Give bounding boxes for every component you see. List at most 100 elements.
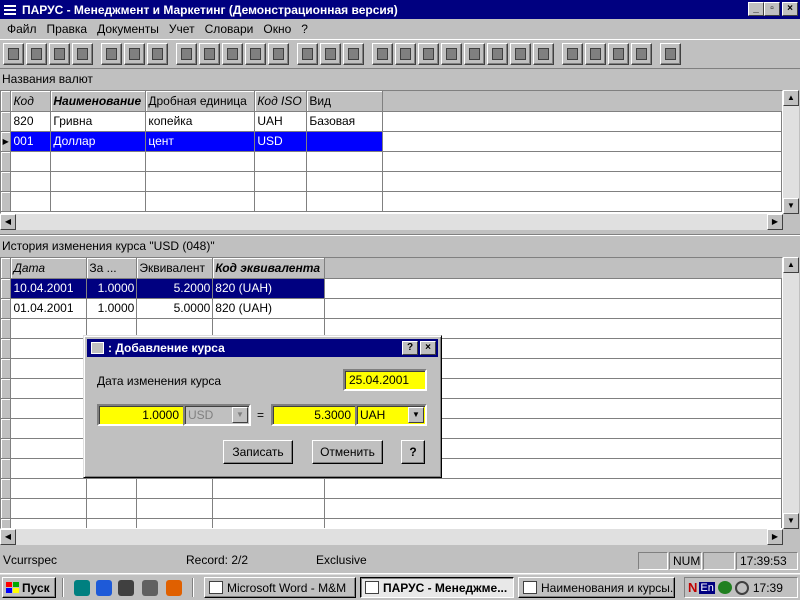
status-scroll bbox=[703, 552, 735, 570]
doc1-icon[interactable] bbox=[268, 43, 289, 65]
currency-icon[interactable] bbox=[487, 43, 508, 65]
tool-icon[interactable] bbox=[118, 580, 134, 596]
help-icon[interactable] bbox=[608, 43, 629, 65]
start-button[interactable]: Пуск bbox=[2, 577, 56, 598]
maximize-button[interactable]: ▫ bbox=[764, 2, 780, 16]
col-name[interactable]: Наименование bbox=[50, 91, 147, 112]
refresh-icon[interactable] bbox=[372, 43, 393, 65]
currencies-hscroll[interactable]: ◀ ▶ bbox=[0, 214, 783, 230]
col-equivalent-code[interactable]: Код эквивалента bbox=[212, 258, 326, 279]
dialog-app-icon bbox=[91, 342, 104, 354]
rate-field[interactable]: 5.3000 bbox=[271, 404, 357, 426]
table-row-selected[interactable]: 10.04.2001 1.0000 5.2000 820 (UAH) bbox=[1, 278, 782, 299]
clock-icon[interactable] bbox=[734, 580, 749, 595]
insert-icon[interactable] bbox=[101, 43, 122, 65]
dialog-close-button[interactable]: × bbox=[420, 341, 436, 355]
save-button[interactable]: Записать bbox=[223, 440, 293, 464]
settings-icon[interactable] bbox=[510, 43, 531, 65]
chevron-down-icon[interactable]: ▼ bbox=[232, 407, 248, 423]
doc2-icon[interactable] bbox=[297, 43, 318, 65]
col-iso[interactable]: Код ISO bbox=[254, 91, 308, 112]
date-field[interactable]: 25.04.2001 bbox=[343, 369, 427, 391]
calculator-icon[interactable] bbox=[585, 43, 606, 65]
menu-dictionaries[interactable]: Словари bbox=[200, 22, 259, 36]
person-icon[interactable] bbox=[533, 43, 554, 65]
app-title-bar[interactable]: ПАРУС - Менеджмент и Маркетинг (Демонстр… bbox=[0, 0, 800, 19]
table-row[interactable]: 820 Гривна копейка UAH Базовая bbox=[1, 111, 782, 132]
dialog-help-button[interactable]: ? bbox=[402, 341, 418, 355]
exit-icon[interactable] bbox=[660, 43, 681, 65]
edit-icon[interactable] bbox=[49, 43, 70, 65]
book-icon[interactable] bbox=[464, 43, 485, 65]
clock-icon[interactable] bbox=[395, 43, 416, 65]
print-icon[interactable] bbox=[222, 43, 243, 65]
menu-documents[interactable]: Документы bbox=[92, 22, 164, 36]
scroll-right-icon[interactable]: ▶ bbox=[767, 529, 783, 545]
n-tray-icon[interactable]: N bbox=[688, 580, 697, 595]
add-icon[interactable] bbox=[124, 43, 145, 65]
col-equivalent[interactable]: Эквивалент bbox=[136, 258, 214, 279]
tools-icon[interactable] bbox=[418, 43, 439, 65]
menu-file[interactable]: Файл bbox=[2, 22, 42, 36]
table-row-selected[interactable]: ▶ 001 Доллар цент USD bbox=[1, 131, 782, 152]
taskbar-parus[interactable]: ПАРУС - Менеджме... bbox=[360, 577, 514, 598]
gear-icon[interactable] bbox=[441, 43, 462, 65]
new-icon[interactable] bbox=[3, 43, 24, 65]
menu-accounting[interactable]: Учет bbox=[164, 22, 200, 36]
scroll-right-icon[interactable]: ▶ bbox=[767, 214, 783, 230]
doc3-icon[interactable] bbox=[320, 43, 341, 65]
ie-icon[interactable] bbox=[96, 580, 112, 596]
menu-window[interactable]: Окно bbox=[258, 22, 296, 36]
currencies-grid[interactable]: Код Наименование Дробная единица Код ISO… bbox=[0, 90, 783, 214]
add-rate-dialog: : Добавление курса ? × Дата изменения ку… bbox=[83, 335, 442, 478]
currencies-vscroll[interactable]: ▲ ▼ bbox=[783, 90, 799, 214]
chevron-down-icon[interactable]: ▼ bbox=[408, 407, 424, 423]
amount-field[interactable]: 1.0000 bbox=[97, 404, 185, 426]
scroll-left-icon[interactable]: ◀ bbox=[0, 214, 16, 230]
globe-icon[interactable] bbox=[343, 43, 364, 65]
copy-icon[interactable] bbox=[26, 43, 47, 65]
col-fraction[interactable]: Дробная единица bbox=[145, 91, 256, 112]
scroll-up-icon[interactable]: ▲ bbox=[783, 257, 799, 273]
cancel-button[interactable]: Отменить bbox=[312, 440, 383, 464]
close-button[interactable]: × bbox=[782, 2, 798, 16]
to-currency-select[interactable]: UAH ▼ bbox=[355, 404, 427, 426]
status-time: 17:39:53 bbox=[736, 552, 798, 570]
col-per[interactable]: За ... bbox=[86, 258, 138, 279]
from-currency-select[interactable]: USD ▼ bbox=[183, 404, 251, 426]
language-indicator[interactable]: En bbox=[699, 581, 715, 594]
filter-icon[interactable] bbox=[176, 43, 197, 65]
dialog-title-bar[interactable]: : Добавление курса ? × bbox=[87, 339, 438, 357]
desktop-icon[interactable] bbox=[74, 580, 90, 596]
help-button[interactable]: ? bbox=[401, 440, 425, 464]
splitter[interactable] bbox=[0, 234, 800, 236]
col-code[interactable]: Код bbox=[10, 91, 52, 112]
monitor-icon[interactable] bbox=[142, 580, 158, 596]
taskbar-clock[interactable]: 17:39 bbox=[753, 581, 783, 595]
scroll-left-icon[interactable]: ◀ bbox=[0, 529, 16, 545]
scroll-down-icon[interactable]: ▼ bbox=[783, 198, 799, 214]
window-icon[interactable] bbox=[631, 43, 652, 65]
history-vscroll[interactable]: ▲ ▼ bbox=[783, 257, 799, 529]
col-date[interactable]: Дата bbox=[10, 258, 88, 279]
append-icon[interactable] bbox=[147, 43, 168, 65]
minimize-button[interactable]: _ bbox=[748, 2, 764, 16]
scroll-up-icon[interactable]: ▲ bbox=[783, 90, 799, 106]
scroll-down-icon[interactable]: ▼ bbox=[783, 513, 799, 529]
bug-tray-icon[interactable] bbox=[717, 581, 732, 594]
taskbar-word[interactable]: Microsoft Word - M&M bbox=[204, 577, 356, 598]
taskbar: Пуск Microsoft Word - M&M ПАРУС - Менедж… bbox=[0, 573, 800, 600]
wrench-icon[interactable] bbox=[562, 43, 583, 65]
status-bar: Vcurrspec Record: 2/2 Exclusive NUM 17:3… bbox=[0, 551, 800, 571]
table-row[interactable]: 01.04.2001 1.0000 5.0000 820 (UAH) bbox=[1, 298, 782, 319]
history-hscroll[interactable]: ◀ ▶ bbox=[0, 529, 783, 545]
col-type[interactable]: Вид bbox=[306, 91, 384, 112]
fox-icon[interactable] bbox=[166, 580, 182, 596]
delete-icon[interactable] bbox=[72, 43, 93, 65]
status-mode: Exclusive bbox=[316, 553, 367, 567]
print-setup-icon[interactable] bbox=[245, 43, 266, 65]
menu-edit[interactable]: Правка bbox=[42, 22, 93, 36]
undo-icon[interactable] bbox=[199, 43, 220, 65]
menu-help[interactable]: ? bbox=[296, 22, 313, 36]
taskbar-currencies[interactable]: Наименования и курсы... bbox=[518, 577, 675, 598]
